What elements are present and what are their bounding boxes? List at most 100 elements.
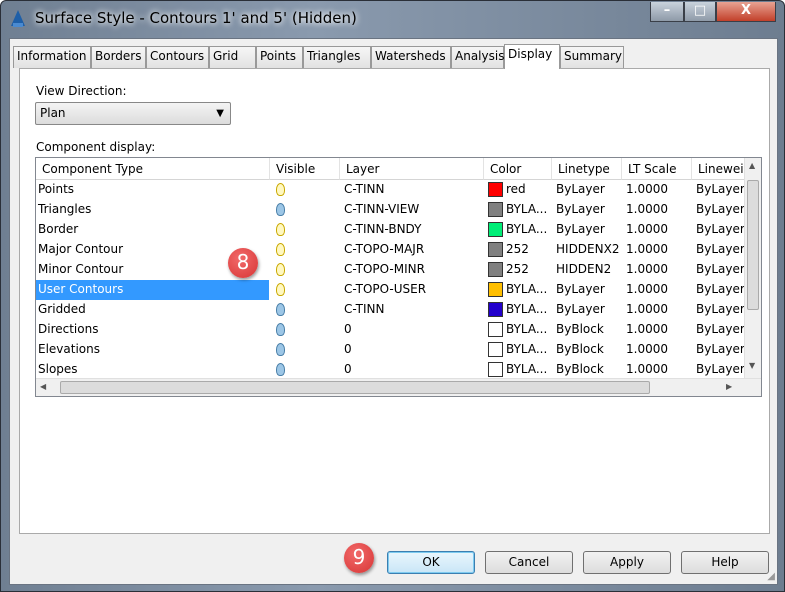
linetype-cell[interactable]: ByLayer — [554, 280, 622, 300]
tab-points[interactable]: Points — [256, 46, 303, 68]
lineweight-cell[interactable]: ByLayer — [694, 200, 746, 220]
close-button[interactable]: X — [716, 2, 776, 22]
tab-summary[interactable]: Summary — [560, 46, 624, 68]
lineweight-cell[interactable]: ByLayer — [694, 360, 746, 380]
lineweight-cell[interactable]: ByLayer — [694, 180, 746, 200]
layer-cell[interactable]: C-TINN-BNDY — [342, 220, 482, 240]
lightbulb-off-icon[interactable] — [276, 203, 285, 216]
column-header-linetype[interactable]: Linetype — [552, 158, 622, 180]
lt-scale-cell[interactable]: 1.0000 — [624, 320, 692, 340]
lineweight-cell[interactable]: ByLayer — [694, 240, 746, 260]
linetype-cell[interactable]: ByBlock — [554, 360, 622, 380]
horizontal-scroll-thumb[interactable] — [60, 381, 650, 394]
linetype-cell[interactable]: ByLayer — [554, 300, 622, 320]
color-cell[interactable]: BYLA... — [486, 280, 552, 300]
layer-cell[interactable]: C-TINN — [342, 180, 482, 200]
scroll-down-icon[interactable]: ▼ — [749, 361, 755, 370]
lineweight-cell[interactable]: ByLayer — [694, 260, 746, 280]
color-cell[interactable]: BYLA... — [486, 340, 552, 360]
window-title: Surface Style - Contours 1' and 5' (Hidd… — [35, 9, 357, 27]
dialog-window: Surface Style - Contours 1' and 5' (Hidd… — [0, 0, 785, 592]
column-header-layer[interactable]: Layer — [340, 158, 484, 180]
tab-watersheds[interactable]: Watersheds — [371, 46, 451, 68]
maximize-button[interactable]: □ — [684, 2, 716, 22]
lightbulb-on-icon[interactable] — [276, 183, 285, 196]
linetype-cell[interactable]: ByLayer — [554, 200, 622, 220]
tab-display[interactable]: Display — [504, 44, 560, 69]
tab-borders[interactable]: Borders — [91, 46, 146, 68]
scroll-right-icon[interactable]: ▶ — [726, 382, 732, 391]
tab-information[interactable]: Information — [13, 46, 91, 68]
ok-button[interactable]: OK — [387, 551, 475, 574]
help-button[interactable]: Help — [681, 551, 769, 574]
linetype-cell[interactable]: ByBlock — [554, 320, 622, 340]
resize-grip-icon[interactable]: ◢ — [767, 571, 775, 582]
lineweight-cell[interactable]: ByLayer — [694, 280, 746, 300]
cancel-button[interactable]: Cancel — [485, 551, 573, 574]
lt-scale-cell[interactable]: 1.0000 — [624, 260, 692, 280]
tab-triangles[interactable]: Triangles — [303, 46, 371, 68]
tab-contours[interactable]: Contours — [146, 46, 209, 68]
color-cell[interactable]: BYLA... — [486, 220, 552, 240]
maximize-icon: □ — [693, 3, 707, 18]
lightbulb-off-icon[interactable] — [276, 363, 285, 376]
linetype-cell[interactable]: ByLayer — [554, 180, 622, 200]
linetype-cell[interactable]: HIDDENX2 — [554, 240, 622, 260]
column-header-lt-scale[interactable]: LT Scale — [622, 158, 692, 180]
vertical-scroll-thumb[interactable] — [747, 180, 759, 310]
lineweight-cell[interactable]: ByLayer — [694, 220, 746, 240]
lt-scale-cell[interactable]: 1.0000 — [624, 280, 692, 300]
minimize-button[interactable]: – — [650, 2, 684, 22]
linetype-cell[interactable]: ByBlock — [554, 340, 622, 360]
lightbulb-off-icon[interactable] — [276, 343, 285, 356]
layer-cell[interactable]: C-TOPO-MINR — [342, 260, 482, 280]
layer-cell[interactable]: C-TINN-VIEW — [342, 200, 482, 220]
layer-cell[interactable]: 0 — [342, 360, 482, 380]
lightbulb-on-icon[interactable] — [276, 223, 285, 236]
component-type-cell: Directions — [38, 322, 99, 336]
lt-scale-cell[interactable]: 1.0000 — [624, 200, 692, 220]
lightbulb-on-icon[interactable] — [276, 243, 285, 256]
lineweight-cell[interactable]: ByLayer — [694, 340, 746, 360]
layer-cell[interactable]: C-TOPO-USER — [342, 280, 482, 300]
column-header-lineweight[interactable]: Linewei — [692, 158, 746, 180]
linetype-cell[interactable]: ByLayer — [554, 220, 622, 240]
lightbulb-off-icon[interactable] — [276, 323, 285, 336]
tab-analysis[interactable]: Analysis — [451, 46, 504, 68]
lightbulb-on-icon[interactable] — [276, 263, 285, 276]
horizontal-scrollbar[interactable]: ◀ ▶ — [36, 378, 761, 396]
color-value: 252 — [506, 262, 529, 276]
vertical-scrollbar[interactable]: ▲ ▼ — [744, 158, 761, 378]
color-cell[interactable]: red — [486, 180, 552, 200]
color-cell[interactable]: BYLA... — [486, 300, 552, 320]
scroll-up-icon[interactable]: ▲ — [749, 161, 755, 170]
lineweight-cell[interactable]: ByLayer — [694, 300, 746, 320]
scroll-left-icon[interactable]: ◀ — [40, 382, 46, 391]
column-header-visible[interactable]: Visible — [270, 158, 340, 180]
lt-scale-cell[interactable]: 1.0000 — [624, 220, 692, 240]
lt-scale-cell[interactable]: 1.0000 — [624, 240, 692, 260]
color-cell[interactable]: 252 — [486, 260, 552, 280]
lt-scale-cell[interactable]: 1.0000 — [624, 300, 692, 320]
color-value: BYLA... — [506, 362, 548, 376]
view-direction-dropdown[interactable]: Plan ▼ — [35, 102, 231, 125]
layer-cell[interactable]: C-TINN — [342, 300, 482, 320]
lineweight-cell[interactable]: ByLayer — [694, 320, 746, 340]
lightbulb-off-icon[interactable] — [276, 303, 285, 316]
column-header-color[interactable]: Color — [484, 158, 552, 180]
lightbulb-on-icon[interactable] — [276, 283, 285, 296]
color-cell[interactable]: BYLA... — [486, 360, 552, 380]
layer-cell[interactable]: C-TOPO-MAJR — [342, 240, 482, 260]
layer-cell[interactable]: 0 — [342, 340, 482, 360]
color-cell[interactable]: BYLA... — [486, 320, 552, 340]
color-cell[interactable]: 252 — [486, 240, 552, 260]
lt-scale-cell[interactable]: 1.0000 — [624, 180, 692, 200]
linetype-cell[interactable]: HIDDEN2 — [554, 260, 622, 280]
lt-scale-cell[interactable]: 1.0000 — [624, 360, 692, 380]
lt-scale-cell[interactable]: 1.0000 — [624, 340, 692, 360]
apply-button[interactable]: Apply — [583, 551, 671, 574]
column-header-type[interactable]: Component Type — [36, 158, 270, 180]
color-cell[interactable]: BYLA... — [486, 200, 552, 220]
tab-grid[interactable]: Grid — [209, 46, 256, 68]
layer-cell[interactable]: 0 — [342, 320, 482, 340]
